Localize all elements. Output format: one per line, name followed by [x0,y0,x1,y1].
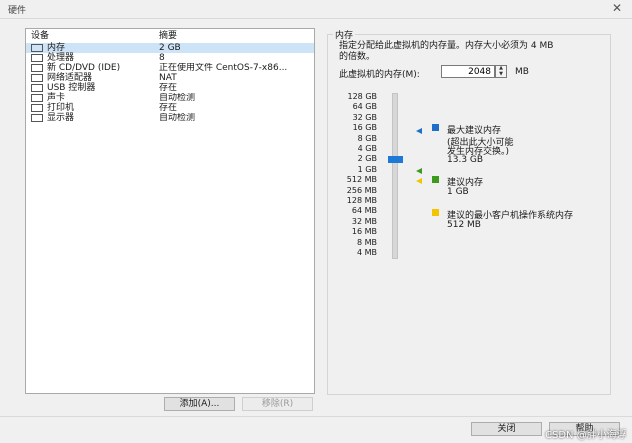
device-list[interactable]: 设备 摘要 内存 2 GB 处理器 8 新 CD/DVD (IDE) 正在使用文件 Cen… [25,28,315,394]
memory-scale-label: 128 MB [346,196,377,205]
minimum-value: 512 MB [447,220,481,230]
add-button[interactable]: 添加(A)... [164,397,235,411]
device-name: 处理器 [47,53,75,63]
memory-scale-label: 128 GB [347,92,378,101]
memory-spinner[interactable]: ▲ ▼ [495,65,507,78]
device-summary: 自动检测 [159,113,196,123]
memory-scale-label: 256 MB [346,185,377,195]
memory-scale-label: 32 MB [351,216,377,226]
memory-scale-label: 16 GB [352,123,377,133]
footer-divider [0,416,632,417]
device-summary: 存在 [159,103,178,113]
hardware-dialog: 硬件 ✕ 设备 摘要 内存 2 GB 处理器 8 新 CD/DVD (IDE) 正在使用文… [0,0,632,443]
max-recommended-value: 13.3 GB [447,155,484,165]
device-name: USB 控制器 [47,83,96,93]
device-name: 打印机 [47,103,75,113]
column-header-summary[interactable]: 摘要 [159,31,177,42]
memory-icon [31,44,43,52]
memory-description-line1: 指定分配给此虚拟机的内存量。内存大小必须为 4 MB [339,41,554,51]
memory-unit: MB [515,67,529,77]
device-summary: NAT [159,73,177,83]
memory-scale-label: 32 GB [352,112,377,122]
cpu-icon [31,54,43,62]
max-recommended-marker-icon [416,128,422,134]
memory-description: 指定分配给此虚拟机的内存量。内存大小必须为 4 MB 的倍数。 [339,41,604,63]
device-name: 新 CD/DVD (IDE) [47,63,121,73]
column-header-device[interactable]: 设备 [31,31,49,42]
spin-down-icon[interactable]: ▼ [496,72,506,77]
usb-icon [31,84,43,92]
sound-card-icon [31,94,43,102]
device-row[interactable]: 打印机 存在 [26,103,314,113]
device-summary: 2 GB [159,43,181,53]
recommended-value: 1 GB [447,187,469,197]
device-summary: 存在 [159,83,178,93]
watermark: CSDN @胖小海浮 [545,430,627,441]
dialog-title: 硬件 [8,6,27,16]
memory-scale-label: 64 GB [352,102,377,112]
memory-description-line2: 的倍数。 [339,52,376,62]
device-row[interactable]: 处理器 8 [26,53,314,63]
memory-scale-label: 4 GB [357,144,377,153]
recommended-marker-icon [416,168,422,174]
memory-scale-label: 8 GB [357,133,377,143]
memory-scale-label: 64 MB [351,206,377,216]
device-row[interactable]: 新 CD/DVD (IDE) 正在使用文件 CentOS-7-x86... [26,63,314,73]
minimum-legend-icon [432,209,439,216]
network-adapter-icon [31,74,43,82]
device-summary: 自动检测 [159,93,196,103]
memory-group-title: 内存 [333,28,356,41]
device-name: 显示器 [47,113,75,123]
remove-button[interactable]: 移除(R) [242,397,313,411]
device-row[interactable]: 声卡 自动检测 [26,93,314,103]
device-summary: 正在使用文件 CentOS-7-x86... [159,63,288,73]
memory-scale-label: 4 MB [356,248,377,257]
memory-scale-label: 8 MB [356,237,377,247]
device-summary: 8 [159,53,165,63]
memory-slider-thumb[interactable] [388,156,403,163]
device-name: 声卡 [47,93,66,103]
title-bar: 硬件 ✕ [0,0,632,19]
close-button[interactable]: 关闭 [471,422,542,436]
recommended-legend-icon [432,176,439,183]
device-name: 内存 [47,43,66,53]
memory-scale-label: 512 MB [346,175,377,185]
device-row[interactable]: 显示器 自动检测 [26,113,314,123]
memory-field-label: 此虚拟机的内存(M): [339,70,420,80]
display-icon [31,114,43,122]
memory-scale-label: 1 GB [357,164,377,174]
memory-slider-track[interactable] [392,93,398,259]
printer-icon [31,104,43,112]
device-row[interactable]: USB 控制器 存在 [26,83,314,93]
memory-size-input[interactable] [441,65,495,78]
memory-scale-label: 2 GB [357,154,377,164]
device-name: 网络适配器 [47,73,93,83]
memory-scale-label: 16 MB [351,227,377,237]
minimum-marker-icon [416,178,422,184]
device-row[interactable]: 内存 2 GB [26,43,314,53]
cd-dvd-icon [31,64,43,72]
device-row[interactable]: 网络适配器 NAT [26,73,314,83]
max-recommended-legend-icon [432,124,439,131]
close-icon[interactable]: ✕ [612,1,622,15]
